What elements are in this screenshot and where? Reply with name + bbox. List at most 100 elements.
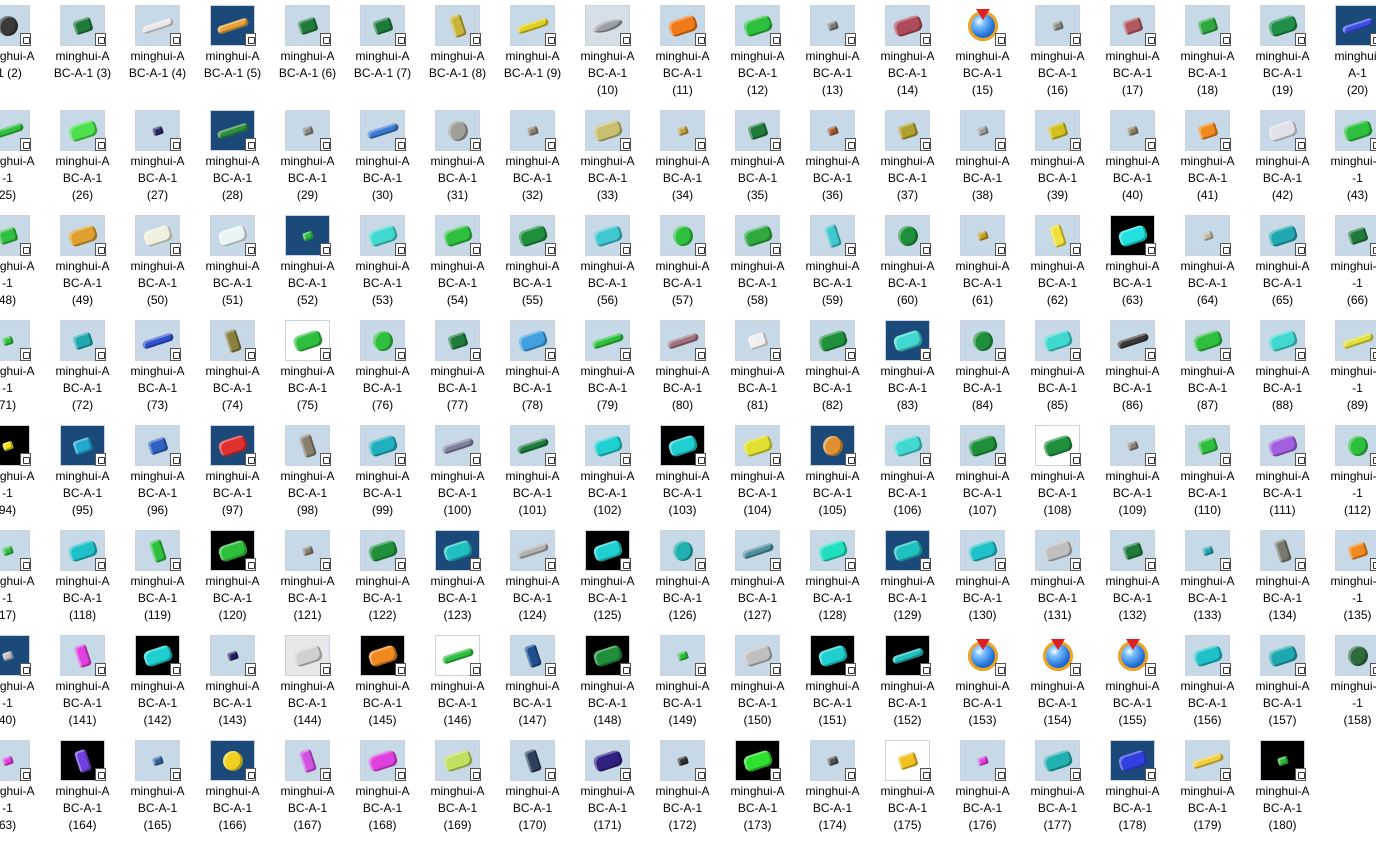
- file-item[interactable]: minghui-A BC-A-1 (125): [570, 527, 645, 632]
- file-item[interactable]: minghui-A BC-A-1 (49): [45, 212, 120, 317]
- file-item[interactable]: minghui-A BC-A-1 (107): [945, 422, 1020, 527]
- file-item[interactable]: minghui-A BC-A-1 (51): [195, 212, 270, 317]
- file-item[interactable]: minghui-A BC-A-1 (13): [795, 2, 870, 107]
- file-item[interactable]: minghui-A -1 (135): [1320, 527, 1376, 632]
- file-item[interactable]: minghui-A BC-A-1 (98): [270, 422, 345, 527]
- file-item[interactable]: minghui-A -1 (112): [1320, 422, 1376, 527]
- file-item[interactable]: minghui-A BC-A-1 (170): [495, 737, 570, 842]
- file-item[interactable]: minghui-A BC-A-1 (29): [270, 107, 345, 212]
- file-item[interactable]: minghui-A BC-A-1 (106): [870, 422, 945, 527]
- file-item[interactable]: minghui-A BC-A-1 (61): [945, 212, 1020, 317]
- file-item[interactable]: minghui-A BC-A-1 (77): [420, 317, 495, 422]
- file-item[interactable]: minghui-A BC-A-1 (42): [1245, 107, 1320, 212]
- file-item[interactable]: minghui-A BC-A-1 (39): [1020, 107, 1095, 212]
- file-item[interactable]: minghui-A -1 48): [0, 212, 45, 317]
- file-item[interactable]: minghui-A BC-A-1 (58): [720, 212, 795, 317]
- file-item[interactable]: minghui-A BC-A-1 (74): [195, 317, 270, 422]
- file-item[interactable]: minghui-A BC-A-1 (14): [870, 2, 945, 107]
- file-item[interactable]: minghui-A BC-A-1 (148): [570, 632, 645, 737]
- file-item[interactable]: minghui-A BC-A-1 (175): [870, 737, 945, 842]
- file-item[interactable]: minghui-A BC-A-1 (19): [1245, 2, 1320, 107]
- file-item[interactable]: minghui-A BC-A-1 (110): [1170, 422, 1245, 527]
- file-item[interactable]: minghui-A BC-A-1 (86): [1095, 317, 1170, 422]
- file-item[interactable]: minghui-A BC-A-1 (178): [1095, 737, 1170, 842]
- file-item[interactable]: minghui-A BC-A-1 (36): [795, 107, 870, 212]
- file-item[interactable]: minghui-A BC-A-1 (177): [1020, 737, 1095, 842]
- file-item[interactable]: minghui-A -1 (2): [0, 2, 45, 107]
- file-item[interactable]: minghui-A BC-A-1 (144): [270, 632, 345, 737]
- file-item[interactable]: minghui-A BC-A-1 (122): [345, 527, 420, 632]
- file-item[interactable]: minghui-A BC-A-1 (57): [645, 212, 720, 317]
- file-item[interactable]: minghui-A -1 (43): [1320, 107, 1376, 212]
- file-item[interactable]: minghui-A BC-A-1 (126): [645, 527, 720, 632]
- file-item[interactable]: minghui-A BC-A-1 (32): [495, 107, 570, 212]
- file-item[interactable]: minghui-A BC-A-1 (3): [45, 2, 120, 107]
- file-item[interactable]: minghui-A BC-A-1 (62): [1020, 212, 1095, 317]
- file-item[interactable]: minghui-A BC-A-1 (52): [270, 212, 345, 317]
- file-item[interactable]: minghui-A BC-A-1 (38): [945, 107, 1020, 212]
- file-item[interactable]: minghui-A BC-A-1 (164): [45, 737, 120, 842]
- file-item[interactable]: minghui-A BC-A-1 (130): [945, 527, 1020, 632]
- file-item[interactable]: minghui-A BC-A-1 (147): [495, 632, 570, 737]
- file-item[interactable]: minghui-A BC-A-1 (131): [1020, 527, 1095, 632]
- file-item[interactable]: minghui-A BC-A-1 (133): [1170, 527, 1245, 632]
- file-item[interactable]: minghui-A BC-A-1 (4): [120, 2, 195, 107]
- file-item[interactable]: minghui-A BC-A-1 (96): [120, 422, 195, 527]
- file-item[interactable]: minghui-A BC-A-1 (72): [45, 317, 120, 422]
- file-item[interactable]: minghui-A BC-A-1 (16): [1020, 2, 1095, 107]
- file-item[interactable]: minghui-A BC-A-1 (101): [495, 422, 570, 527]
- file-item[interactable]: minghui-A BC-A-1 (166): [195, 737, 270, 842]
- file-item[interactable]: minghui-A BC-A-1 (97): [195, 422, 270, 527]
- file-item[interactable]: minghui-A BC-A-1 (118): [45, 527, 120, 632]
- file-item[interactable]: minghui-A BC-A-1 (65): [1245, 212, 1320, 317]
- file-item[interactable]: minghui-A BC-A-1 (128): [795, 527, 870, 632]
- file-item[interactable]: minghui-A BC-A-1 (40): [1095, 107, 1170, 212]
- file-item[interactable]: minghui-A BC-A-1 (124): [495, 527, 570, 632]
- file-item[interactable]: minghui-A BC-A-1 (143): [195, 632, 270, 737]
- file-item[interactable]: minghui-A BC-A-1 (176): [945, 737, 1020, 842]
- file-item[interactable]: minghui-A BC-A-1 (30): [345, 107, 420, 212]
- file-item[interactable]: minghui-A BC-A-1 (12): [720, 2, 795, 107]
- file-item[interactable]: minghui-A BC-A-1 (35): [720, 107, 795, 212]
- file-item[interactable]: minghui-A BC-A-1 (142): [120, 632, 195, 737]
- file-item[interactable]: minghui-A BC-A-1 (108): [1020, 422, 1095, 527]
- file-item[interactable]: minghui- A-1 (20): [1320, 2, 1376, 107]
- file-item[interactable]: minghui-A -1 94): [0, 422, 45, 527]
- file-item[interactable]: minghui-A BC-A-1 (56): [570, 212, 645, 317]
- file-item[interactable]: minghui-A BC-A-1 (33): [570, 107, 645, 212]
- file-item[interactable]: minghui-A BC-A-1 (80): [645, 317, 720, 422]
- file-item[interactable]: minghui-A BC-A-1 (167): [270, 737, 345, 842]
- file-item[interactable]: minghui-A BC-A-1 (171): [570, 737, 645, 842]
- file-item[interactable]: minghui-A BC-A-1 (27): [120, 107, 195, 212]
- file-item[interactable]: minghui-A BC-A-1 (154): [1020, 632, 1095, 737]
- file-item[interactable]: minghui-A BC-A-1 (151): [795, 632, 870, 737]
- file-item[interactable]: minghui-A BC-A-1 (28): [195, 107, 270, 212]
- file-item[interactable]: minghui-A BC-A-1 (75): [270, 317, 345, 422]
- file-item[interactable]: minghui-A BC-A-1 (134): [1245, 527, 1320, 632]
- file-item[interactable]: minghui-A BC-A-1 (172): [645, 737, 720, 842]
- file-item[interactable]: minghui-A BC-A-1 (60): [870, 212, 945, 317]
- file-item[interactable]: minghui-A BC-A-1 (34): [645, 107, 720, 212]
- file-item[interactable]: minghui-A -1 63): [0, 737, 45, 842]
- file-item[interactable]: minghui-A BC-A-1 (50): [120, 212, 195, 317]
- file-item[interactable]: minghui-A -1 25): [0, 107, 45, 212]
- file-item[interactable]: minghui-A BC-A-1 (104): [720, 422, 795, 527]
- file-item[interactable]: minghui-A BC-A-1 (141): [45, 632, 120, 737]
- file-item[interactable]: minghui-A BC-A-1 (78): [495, 317, 570, 422]
- file-item[interactable]: minghui-A BC-A-1 (9): [495, 2, 570, 107]
- file-item[interactable]: minghui-A BC-A-1 (11): [645, 2, 720, 107]
- file-item[interactable]: minghui-A BC-A-1 (82): [795, 317, 870, 422]
- file-item[interactable]: minghui-A BC-A-1 (85): [1020, 317, 1095, 422]
- file-item[interactable]: minghui-A BC-A-1 (63): [1095, 212, 1170, 317]
- file-item[interactable]: minghui-A BC-A-1 (87): [1170, 317, 1245, 422]
- file-item[interactable]: minghui-A -1 (89): [1320, 317, 1376, 422]
- file-item[interactable]: minghui-A BC-A-1 (7): [345, 2, 420, 107]
- file-item[interactable]: minghui-A BC-A-1 (8): [420, 2, 495, 107]
- file-item[interactable]: minghui-A BC-A-1 (15): [945, 2, 1020, 107]
- file-item[interactable]: minghui-A -1 17): [0, 527, 45, 632]
- file-item[interactable]: minghui-A BC-A-1 (121): [270, 527, 345, 632]
- file-item[interactable]: minghui-A BC-A-1 (146): [420, 632, 495, 737]
- file-item[interactable]: minghui-A BC-A-1 (5): [195, 2, 270, 107]
- file-item[interactable]: minghui-A BC-A-1 (37): [870, 107, 945, 212]
- file-item[interactable]: minghui-A BC-A-1 (53): [345, 212, 420, 317]
